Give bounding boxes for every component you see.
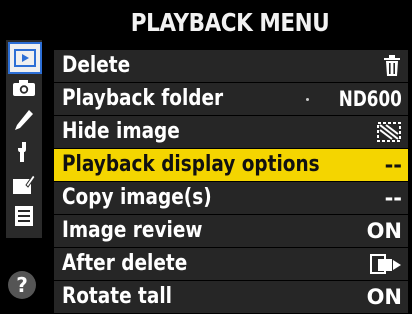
menu-item-playback-folder[interactable]: Playback folder ND600 <box>54 83 408 116</box>
retouch-icon[interactable] <box>10 170 38 198</box>
menu-title: PLAYBACK MENU <box>130 8 330 37</box>
menu-item-image-review[interactable]: Image review ON <box>54 215 408 248</box>
menu-item-label: Playback folder <box>62 86 224 111</box>
menu-item-label: After delete <box>62 251 188 276</box>
menu-item-hide-image[interactable]: Hide image <box>54 116 408 149</box>
menu-tab-sidebar <box>6 40 42 238</box>
pencil-icon[interactable] <box>10 106 38 134</box>
menu-item-value: ON <box>366 285 402 309</box>
menu-item-after-delete[interactable]: After delete <box>54 248 408 281</box>
menu-item-rotate-tall[interactable]: Rotate tall ON <box>54 281 408 314</box>
wrench-icon[interactable] <box>10 138 38 166</box>
help-button[interactable]: ? <box>8 271 36 299</box>
playback-icon[interactable] <box>8 42 42 74</box>
menu-item-value: ND600 <box>338 87 402 111</box>
hidden-image-icon <box>376 121 402 143</box>
playback-menu-list: Delete Playback folder ND600 Hide image <box>54 50 408 314</box>
trash-icon <box>382 55 402 77</box>
menu-item-delete[interactable]: Delete <box>54 50 408 83</box>
menu-item-label: Rotate tall <box>62 284 173 309</box>
menu-item-playback-display-options[interactable]: Playback display options -- <box>54 149 408 182</box>
menu-item-value: -- <box>384 153 402 177</box>
menu-item-value: ON <box>366 219 402 243</box>
camera-menu-screen: PLAYBACK MENU ? Delete Playback folder N… <box>0 0 412 314</box>
menu-item-label: Hide image <box>62 119 180 144</box>
camera-icon[interactable] <box>10 74 38 102</box>
menu-item-copy-images[interactable]: Copy image(s) -- <box>54 182 408 215</box>
menu-item-label: Image review <box>62 218 203 243</box>
menu-item-label: Playback display options <box>62 152 320 177</box>
menu-item-label: Delete <box>62 53 131 78</box>
show-next-icon <box>370 254 402 274</box>
separator-dot <box>306 98 309 101</box>
my-menu-icon[interactable] <box>10 202 38 230</box>
menu-item-value: -- <box>384 186 402 210</box>
menu-item-label: Copy image(s) <box>62 185 212 210</box>
